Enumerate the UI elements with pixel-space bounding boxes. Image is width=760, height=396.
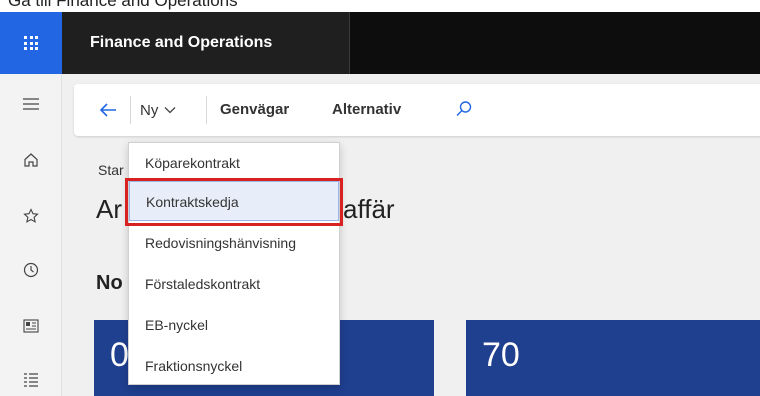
options-button[interactable]: Alternativ — [332, 84, 401, 136]
workspaces-button[interactable] — [0, 308, 62, 344]
star-icon — [23, 208, 39, 223]
new-button-label: Ny — [140, 101, 159, 119]
tile-value: 0 — [110, 336, 129, 374]
search-icon[interactable] — [454, 99, 474, 119]
summary-tile[interactable]: 70 — [466, 320, 760, 396]
home-button[interactable] — [0, 142, 62, 178]
hamburger-icon — [23, 98, 39, 110]
menu-item-forstaledskontrakt[interactable]: Förstaledskontrakt — [129, 264, 339, 304]
waffle-icon — [24, 36, 38, 50]
modules-button[interactable] — [0, 362, 62, 396]
list-icon — [24, 373, 38, 387]
new-button[interactable]: Ny — [140, 84, 176, 136]
app-title[interactable]: Finance and Operations — [62, 12, 350, 74]
chevron-down-icon — [164, 107, 176, 114]
clipped-instruction-text: Gå till Finance and Operations — [8, 0, 238, 10]
top-navigation-bar: Finance and Operations — [0, 12, 760, 74]
breadcrumb: Star — [98, 162, 124, 178]
recent-button[interactable] — [0, 252, 62, 288]
menu-item-kontraktskedja[interactable]: Kontraktskedja — [129, 181, 339, 221]
menu-item-redovisningshanvisning[interactable]: Redovisningshänvisning — [129, 223, 339, 263]
menu-item-eb-nyckel[interactable]: EB-nyckel — [129, 305, 339, 345]
waffle-button[interactable] — [0, 12, 62, 74]
workspace-icon — [23, 319, 39, 333]
back-arrow-icon[interactable] — [96, 98, 120, 122]
navigation-rail — [0, 74, 62, 396]
page-title-start: Ar — [96, 194, 122, 224]
action-separator — [130, 96, 131, 124]
tile-value: 70 — [482, 336, 520, 374]
favorites-button[interactable] — [0, 198, 62, 234]
new-dropdown-menu: Köparekontrakt Kontraktskedja Redovisnin… — [128, 142, 340, 385]
menu-item-kopare-kontrakt[interactable]: Köparekontrakt — [129, 143, 339, 183]
clock-icon — [23, 262, 39, 278]
shortcuts-button[interactable]: Genvägar — [220, 84, 289, 136]
hamburger-button[interactable] — [0, 86, 62, 122]
action-separator — [206, 96, 207, 124]
menu-item-fraktionsnyckel[interactable]: Fraktionsnyckel — [129, 346, 339, 386]
page-title-end: affär — [343, 194, 395, 224]
home-icon — [24, 153, 38, 167]
action-pane: Ny Genvägar Alternativ — [74, 84, 760, 136]
top-clipped-text-strip: Gå till Finance and Operations — [0, 0, 760, 12]
section-title: No — [96, 272, 123, 294]
